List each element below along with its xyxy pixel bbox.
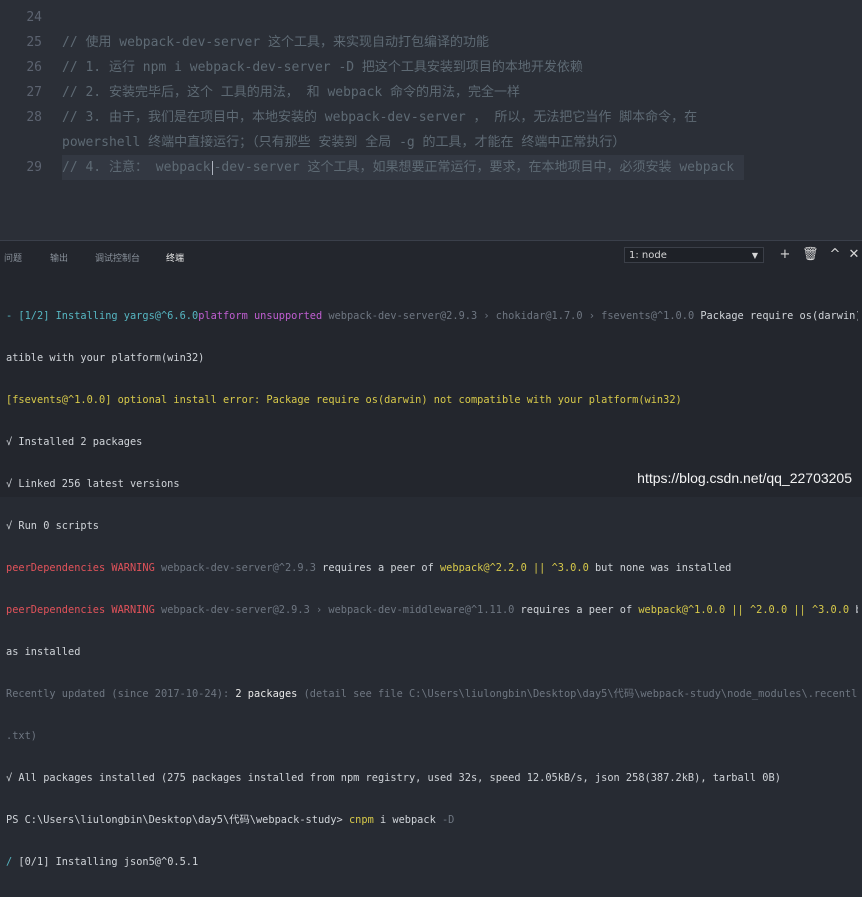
line-number: 29	[26, 160, 42, 175]
chevron-up-icon[interactable]: ^	[827, 247, 843, 263]
package-count: 2 packages	[235, 688, 298, 700]
terminal-text: but none w	[849, 604, 858, 616]
peer-version: webpack@^1.0.0 || ^2.0.0 || ^3.0.0	[638, 604, 850, 616]
platform-warning: platform unsupported	[198, 310, 323, 322]
terminal-line: atible with your platform(win32)	[6, 352, 205, 364]
dependency-path: webpack-dev-server@2.9.3 › chokidar@1.7.…	[322, 310, 695, 322]
terminal-text: (detail see file C:\Users\liulongbin\Des…	[297, 688, 858, 700]
line-number: 28	[26, 110, 42, 125]
line-number: 24	[26, 10, 42, 25]
panel-tabs: 问题 输出 调试控制台 终端 1: node ▼ + 🗑 ^ ✕	[0, 241, 862, 271]
tab-debug-console[interactable]: 调试控制台	[95, 251, 140, 264]
install-progress: - [1/2] Installing yargs@^6.6.0	[6, 310, 199, 322]
peer-version: webpack@^2.2.0 || ^3.0.0	[439, 562, 589, 574]
line-number: 25	[26, 35, 42, 50]
comment-text: // 1. 运行 npm i webpack-dev-server -D 把这个…	[62, 60, 583, 75]
plus-icon[interactable]: +	[777, 247, 793, 263]
terminal-line: √ Installed 2 packages	[6, 436, 143, 448]
terminal-select[interactable]: 1: node ▼	[624, 247, 764, 263]
warning-label: peerDependencies WARNING	[6, 562, 155, 574]
watermark: https://blog.csdn.net/qq_22703205	[637, 470, 852, 486]
terminal-line: Recently updated (since 2017-10-24): 2 p…	[6, 687, 858, 701]
command-args: i webpack	[373, 814, 442, 826]
dropdown-arrow-icon: ▼	[751, 251, 758, 260]
command-name: cnpm	[348, 814, 374, 826]
tab-terminal[interactable]: 终端	[166, 251, 184, 264]
terminal-line: .txt)	[6, 730, 37, 742]
terminal-select-value: 1: node	[629, 250, 667, 261]
close-icon[interactable]: ✕	[846, 247, 862, 263]
terminal-line: PS C:\Users\liulongbin\Desktop\day5\代码\w…	[6, 813, 858, 827]
code-editor[interactable]: 24 25 // 使用 webpack-dev-server 这个工具，来实现自…	[0, 0, 862, 240]
terminal-text: Recently updated (since 2017-10-24):	[6, 688, 236, 700]
package-name: webpack-dev-server@^2.9.3	[154, 562, 316, 574]
line-number: 26	[26, 60, 42, 75]
terminal-line: peerDependencies WARNING webpack-dev-ser…	[6, 603, 858, 617]
terminal-line: [fsevents@^1.0.0] optional install error…	[6, 394, 682, 406]
comment-text: // 使用 webpack-dev-server 这个工具，来实现自动打包编译的…	[62, 35, 490, 50]
terminal-output[interactable]: - [1/2] Installing yargs@^6.6.0platform …	[6, 281, 858, 897]
text-cursor-icon	[211, 160, 213, 175]
prompt-path: PS C:\Users\liulongbin\Desktop\day5\代码\w…	[6, 814, 349, 826]
trash-icon[interactable]: 🗑	[802, 247, 819, 263]
comment-text-start: // 4. 注意： webpack	[62, 160, 211, 175]
comment-text: // 2. 安装完毕后，这个 工具的用法， 和 webpack 命令的用法，完全…	[62, 85, 521, 100]
comment-text-end: -dev-server 这个工具，如果想要正常运行，要求，在本地项目中，必须安装…	[213, 160, 735, 175]
terminal-line: / [0/1] Installing json5@^0.5.1	[6, 855, 858, 869]
terminal-text: [0/1] Installing json5@^0.5.1	[18, 856, 199, 868]
spinner-icon: /	[6, 856, 19, 868]
tab-problems[interactable]: 问题	[4, 251, 22, 264]
terminal-line: √ All packages installed (275 packages i…	[6, 772, 781, 784]
comment-text: powershell 终端中直接运行；（只有那些 安装到 全局 -g 的工具，才…	[62, 135, 626, 150]
line-number: 27	[26, 85, 42, 100]
tab-output[interactable]: 输出	[50, 251, 68, 264]
terminal-text: requires a peer of	[315, 562, 440, 574]
terminal-line: as installed	[6, 646, 81, 658]
terminal-text: requires a peer of	[514, 604, 639, 616]
warning-label: peerDependencies WARNING	[6, 604, 155, 616]
bottom-panel: 问题 输出 调试控制台 终端 1: node ▼ + 🗑 ^ ✕ - [1/2]…	[0, 240, 862, 868]
command-flag: -D	[441, 814, 455, 826]
terminal-line: peerDependencies WARNING webpack-dev-ser…	[6, 561, 858, 575]
terminal-text: but none was installed	[588, 562, 732, 574]
terminal-text: Package require os(darwin) not comp	[700, 310, 858, 322]
current-line: // 4. 注意： webpack -dev-server 这个工具，如果想要正常…	[62, 155, 745, 180]
terminal-line: - [1/2] Installing yargs@^6.6.0platform …	[6, 309, 858, 323]
comment-text: // 3. 由于，我们是在项目中，本地安装的 webpack-dev-serve…	[62, 110, 698, 125]
terminal-line: √ Run 0 scripts	[6, 520, 99, 532]
package-name: webpack-dev-server@2.9.3 › webpack-dev-m…	[154, 604, 515, 616]
